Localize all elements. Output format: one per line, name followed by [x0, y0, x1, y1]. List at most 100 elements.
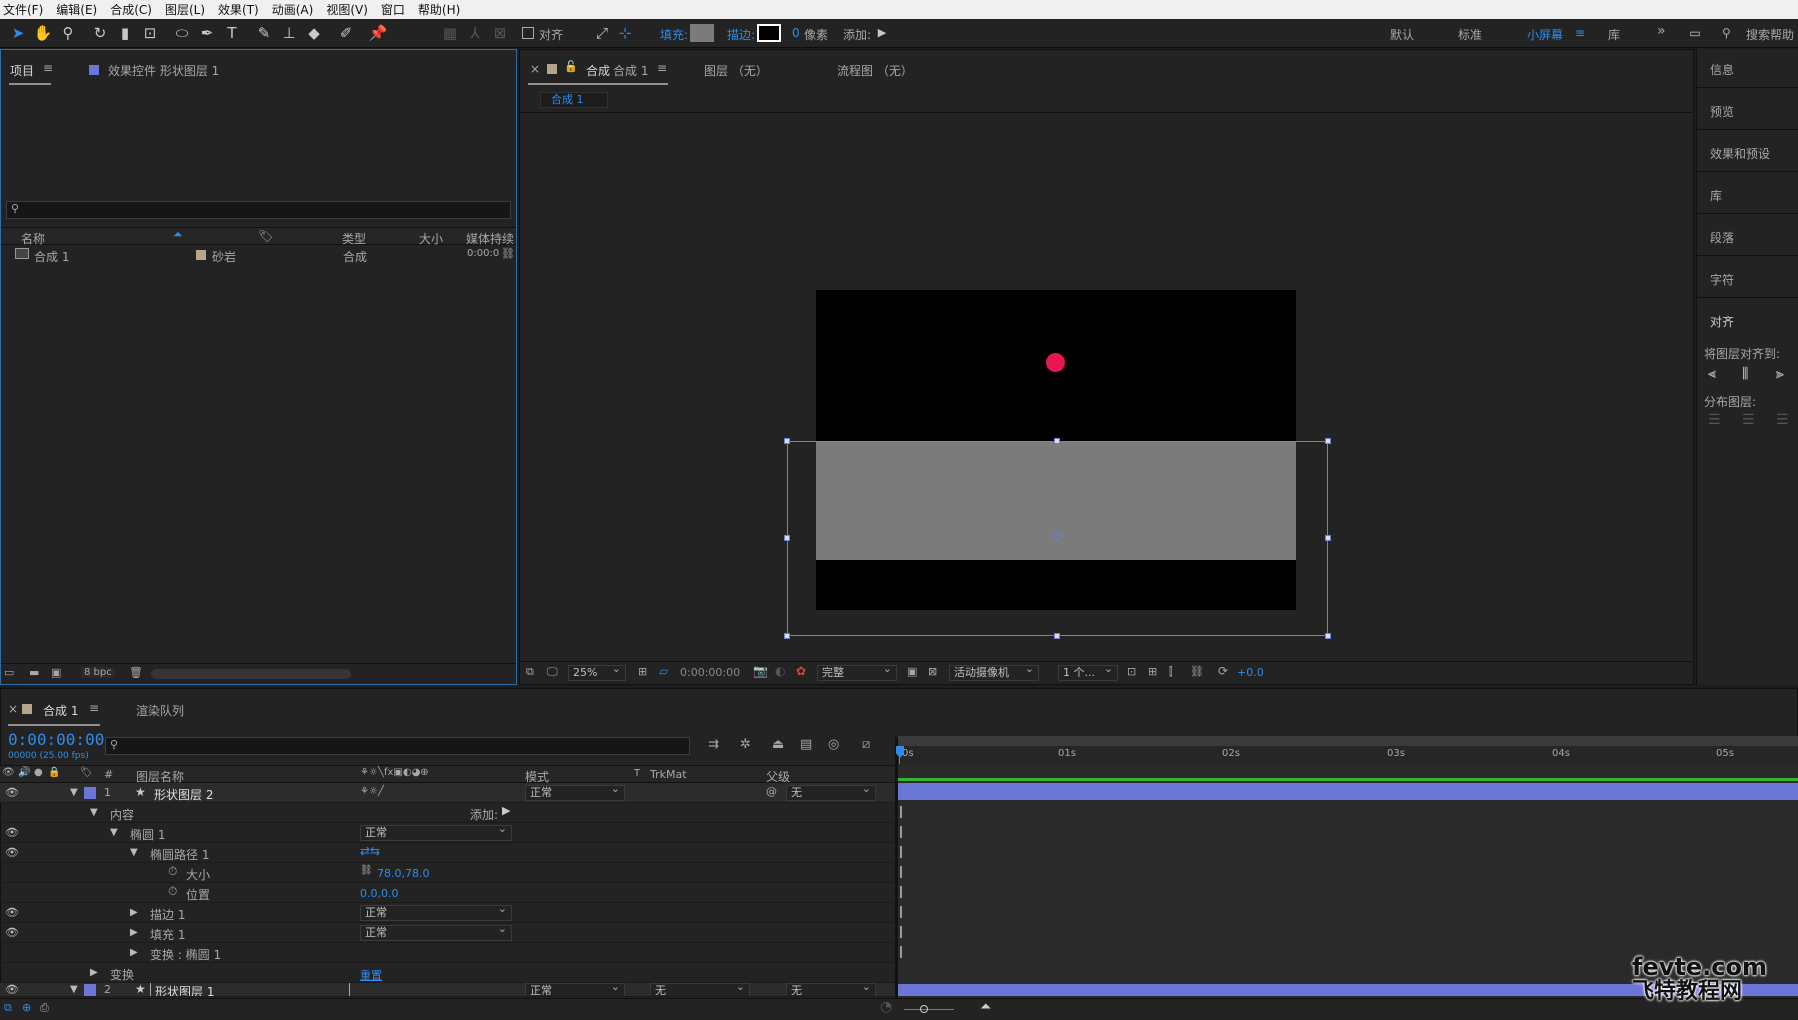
fill-mode-dropdown[interactable]: 正常 [360, 922, 512, 941]
tab-effect-controls[interactable]: 效果控件 形状图层 1 [108, 62, 219, 79]
region-of-interest-icon[interactable]: ▣ [907, 665, 917, 678]
video-toggle-icon[interactable]: 👁 [2, 767, 15, 778]
panel-menu-icon[interactable]: ≡ [43, 61, 53, 75]
close-tab-icon[interactable]: × [530, 62, 540, 76]
pink-dot-shape[interactable] [1046, 353, 1065, 372]
eye-icon[interactable]: 👁 [5, 846, 19, 859]
panel-preview[interactable]: 预览 [1710, 103, 1734, 120]
panel-paragraph[interactable]: 段落 [1710, 229, 1734, 246]
menu-effect[interactable]: 效果(T) [218, 1, 259, 18]
workspace-default[interactable]: 默认 [1390, 26, 1414, 43]
stroke-mode-dropdown[interactable]: 正常 [360, 902, 512, 921]
size-value[interactable]: 78.0,78.0 [377, 867, 429, 880]
parent-dropdown[interactable]: 无 [786, 983, 876, 996]
prop-row-size[interactable]: ⏱ 大小 ⛓ 78.0,78.0 [0, 863, 895, 883]
zoom-out-icon[interactable]: ◔ [880, 999, 892, 1015]
more-workspaces-icon[interactable]: » [1657, 23, 1666, 39]
twirl-down-icon[interactable]: ▼ [70, 984, 78, 995]
label-tag-icon[interactable]: 🏷 [258, 229, 273, 243]
brush-tool-icon[interactable]: ✎ [254, 23, 274, 43]
menu-help[interactable]: 帮助(H) [418, 1, 460, 18]
eye-icon[interactable]: 👁 [5, 983, 19, 996]
eye-icon[interactable]: 👁 [5, 826, 19, 839]
flowchart-icon[interactable]: ⛓ [501, 247, 515, 260]
lock-icon[interactable]: 🔒 [48, 767, 60, 778]
tab-flowchart[interactable]: 流程图 （无） [837, 62, 913, 79]
camera-dropdown[interactable]: 活动摄像机 [949, 662, 1039, 681]
add-play-icon[interactable]: ▶ [872, 23, 892, 43]
fill-swatch[interactable] [690, 24, 714, 42]
timeline-icon[interactable]: ⫿ [1169, 665, 1173, 679]
anchor-point-icon[interactable] [1052, 532, 1061, 541]
zoom-dropdown[interactable]: 25% [568, 662, 626, 681]
panel-info[interactable]: 信息 [1710, 61, 1734, 78]
snap-feature-icon[interactable]: ⊹ [615, 23, 635, 43]
handle-top-left[interactable] [784, 438, 790, 444]
handle-bottom-center[interactable] [1054, 633, 1060, 639]
layer-row-1[interactable]: 👁 ▼ 1 ★ 形状图层 2 ⚘☼╱ 正常 @ 无 [0, 782, 895, 803]
eye-icon[interactable]: 👁 [5, 906, 19, 919]
zoom-tool-icon[interactable]: ⚲ [58, 23, 78, 43]
audio-toggle-icon[interactable]: 🔊 [18, 767, 30, 778]
col-name[interactable]: 名称 [21, 230, 45, 247]
layer-switches-toggle-icon[interactable]: ⧉ [4, 1001, 12, 1015]
panel-menu-icon[interactable]: ≡ [89, 701, 99, 715]
render-time-toggle-icon[interactable]: ⎙ [40, 1001, 49, 1015]
fill-label[interactable]: 填充: [660, 26, 688, 43]
always-preview-icon[interactable]: ⧉ [526, 665, 534, 679]
position-value[interactable]: 0.0,0.0 [360, 887, 398, 900]
layer-label-color[interactable] [84, 787, 96, 799]
axis-view-icon[interactable]: ⊠ [490, 23, 510, 43]
twirl-right-icon[interactable]: ▶ [90, 967, 98, 978]
workspace-standard[interactable]: 标准 [1458, 26, 1482, 43]
stopwatch-icon[interactable]: ⏱ [168, 864, 177, 879]
fast-preview-icon[interactable]: ⊞ [1148, 665, 1157, 678]
new-composition-icon[interactable]: ▣ [51, 666, 61, 679]
work-area-bar[interactable] [898, 736, 1798, 746]
menu-window[interactable]: 窗口 [381, 1, 405, 18]
sort-asc-icon[interactable]: ⏶ [173, 227, 183, 242]
rotate-tool-icon[interactable]: ↻ [90, 23, 110, 43]
flowchart-icon[interactable]: ⛓ [1190, 665, 1204, 678]
new-folder-icon[interactable]: ▬ [29, 666, 39, 679]
trash-icon[interactable]: 🗑 [129, 666, 143, 679]
frame-blending-icon[interactable]: ▤ [800, 737, 812, 752]
parent-dropdown[interactable]: 无 [786, 782, 876, 801]
tab-render-queue[interactable]: 渲染队列 [136, 702, 184, 719]
tab-layer[interactable]: 图层 （无） [704, 62, 768, 79]
axis-local-icon[interactable]: ▦ [440, 23, 460, 43]
zoom-slider-thumb[interactable] [920, 1005, 928, 1013]
distribute-bottom-icon[interactable]: ☰ [1776, 412, 1789, 428]
twirl-down-icon[interactable]: ▼ [90, 807, 98, 818]
exposure-value[interactable]: +0.0 [1237, 666, 1264, 679]
pick-whip-icon[interactable]: @ [766, 785, 777, 798]
tab-timeline-comp[interactable]: 合成 1 [43, 702, 78, 719]
switches-icon[interactable]: ⚘☼╲fx▣◐◕⊕ [360, 767, 429, 778]
eye-icon[interactable]: 👁 [5, 926, 19, 939]
label-tag-icon[interactable]: 🏷 [80, 767, 93, 778]
layer-name[interactable]: 形状图层 1 [150, 983, 350, 996]
handle-mid-right[interactable] [1325, 535, 1331, 541]
sync-settings-icon[interactable]: ▭ [1685, 23, 1705, 43]
comp-mini-flowchart-icon[interactable]: ⇉ [708, 737, 719, 752]
prop-row-position[interactable]: ⏱ 位置 0.0,0.0 [0, 883, 895, 903]
menu-edit[interactable]: 编辑(E) [56, 1, 97, 18]
twirl-down-icon[interactable]: ▼ [130, 847, 138, 858]
path-direction-icon[interactable]: ⇄⇆ [360, 844, 380, 858]
workspace-menu-icon[interactable]: ≡ [1575, 26, 1585, 40]
snapshot-icon[interactable]: 📷 [753, 664, 768, 678]
add-play-icon[interactable]: ▶ [502, 804, 510, 817]
distribute-top-icon[interactable]: ☰ [1708, 412, 1721, 428]
zoom-slider[interactable] [904, 1009, 954, 1010]
handle-bottom-left[interactable] [784, 633, 790, 639]
prop-row-transform[interactable]: ▶ 变换 重置 [0, 963, 895, 983]
resolution-dropdown[interactable]: 完整 [817, 662, 897, 681]
layer-name[interactable]: 形状图层 2 [154, 786, 213, 803]
prop-row-transform-ellipse[interactable]: ▶ 变换 : 椭圆 1 [0, 943, 895, 963]
stopwatch-icon[interactable]: ⏱ [168, 884, 177, 899]
reset-exposure-icon[interactable]: ⟳ [1218, 664, 1228, 678]
draft-3d-icon[interactable]: ✲ [740, 737, 751, 752]
panel-character[interactable]: 字符 [1710, 271, 1734, 288]
col-type[interactable]: 类型 [342, 230, 366, 247]
col-duration[interactable]: 媒体持续 [466, 230, 514, 247]
